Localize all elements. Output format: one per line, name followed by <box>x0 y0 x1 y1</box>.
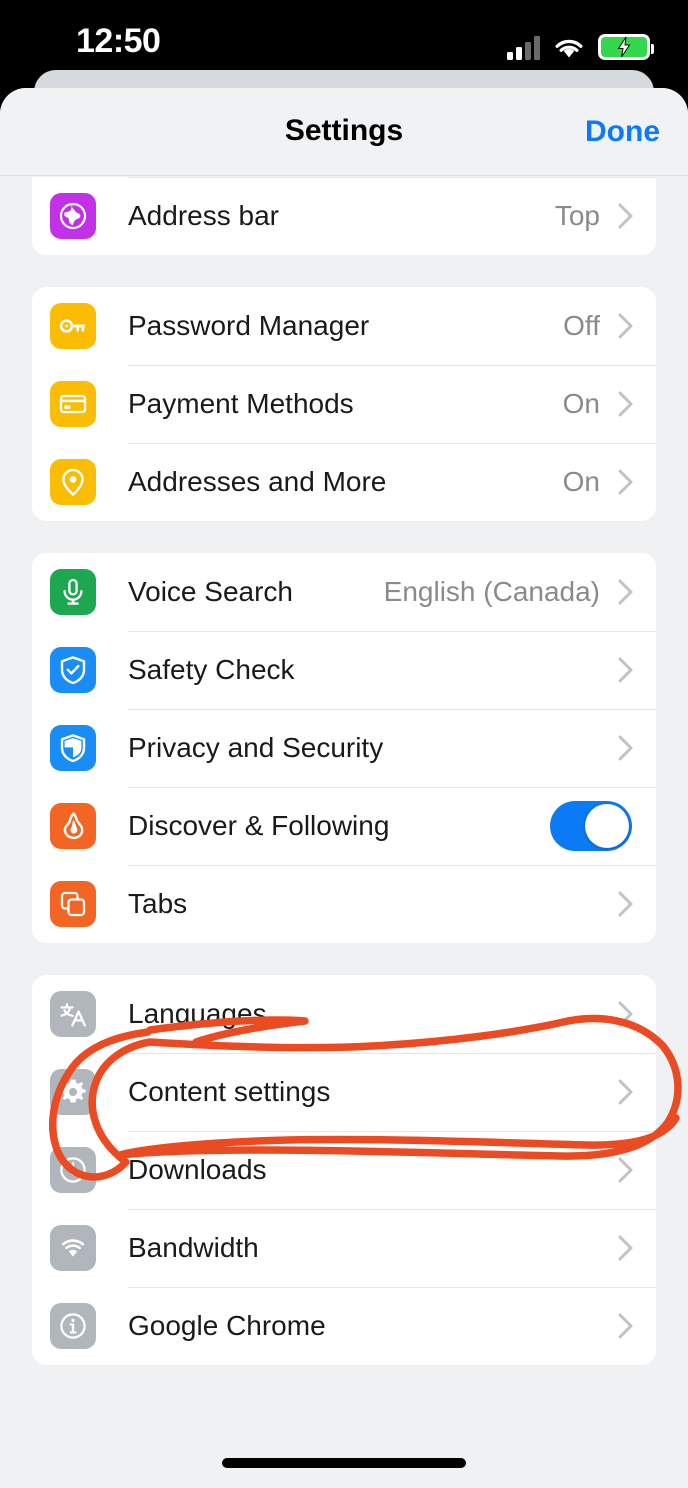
settings-row-value: On <box>562 388 600 419</box>
settings-row-value: Top <box>554 200 600 231</box>
settings-list[interactable]: Address bar Top Password Manager Off Payme… <box>0 177 688 1488</box>
gear-icon <box>50 1069 96 1115</box>
credit-card-icon <box>50 381 96 427</box>
settings-row-voice-search[interactable]: Voice Search English (Canada) <box>32 553 656 631</box>
chevron-right-icon <box>616 466 636 498</box>
wifi-icon <box>552 36 586 60</box>
status-bar-indicators <box>507 26 654 60</box>
status-bar-clock: 12:50 <box>76 22 161 60</box>
settings-row-tabs[interactable]: Tabs <box>32 865 656 943</box>
battery-charging-icon <box>598 34 654 60</box>
settings-row-password-manager[interactable]: Password Manager Off <box>32 287 656 365</box>
settings-row-payment-methods[interactable]: Payment Methods On <box>32 365 656 443</box>
settings-row-label: Voice Search <box>128 576 293 607</box>
settings-group: Address bar Top <box>32 177 656 255</box>
settings-row-label: Content settings <box>128 1076 331 1107</box>
phone-screen: 12:50 Settings Done Address bar Top Pass… <box>0 0 688 1488</box>
toggle-switch-discover-following[interactable] <box>550 801 632 851</box>
home-indicator <box>222 1458 466 1468</box>
done-button[interactable]: Done <box>585 115 660 149</box>
chevron-right-icon <box>616 888 636 920</box>
settings-row-bandwidth[interactable]: Bandwidth <box>32 1209 656 1287</box>
globe-icon <box>50 193 96 239</box>
settings-group: Password Manager Off Payment Methods On Ad… <box>32 287 656 521</box>
settings-group: Voice Search English (Canada) Safety Chec… <box>32 553 656 943</box>
cellular-bars-icon <box>507 36 540 60</box>
settings-row-value: English (Canada) <box>383 576 600 607</box>
settings-group: Languages Content settings Downloads Ban… <box>32 975 656 1365</box>
settings-row-label: Discover & Following <box>128 810 390 841</box>
settings-row-downloads[interactable]: Downloads <box>32 1131 656 1209</box>
settings-row-address-bar[interactable]: Address bar Top <box>32 177 656 255</box>
chevron-right-icon <box>616 654 636 686</box>
chevron-right-icon <box>616 1076 636 1108</box>
chevron-right-icon <box>616 1232 636 1264</box>
shield-icon <box>50 725 96 771</box>
download-circle-icon <box>50 1147 96 1193</box>
location-pin-icon <box>50 459 96 505</box>
settings-sheet: Settings Done Address bar Top Password Ma… <box>0 88 688 1488</box>
chevron-right-icon <box>616 1310 636 1342</box>
settings-row-discover-following[interactable]: Discover & Following <box>32 787 656 865</box>
chevron-right-icon <box>616 576 636 608</box>
toggle-knob <box>585 804 629 848</box>
settings-row-google-chrome[interactable]: Google Chrome <box>32 1287 656 1365</box>
chevron-right-icon <box>616 1154 636 1186</box>
tabs-icon <box>50 881 96 927</box>
settings-row-addresses-and-more[interactable]: Addresses and More On <box>32 443 656 521</box>
settings-row-label: Privacy and Security <box>128 732 384 763</box>
settings-row-content-settings[interactable]: Content settings <box>32 1053 656 1131</box>
chevron-right-icon <box>616 732 636 764</box>
microphone-icon <box>50 569 96 615</box>
settings-row-label: Addresses and More <box>128 466 387 497</box>
settings-row-label: Languages <box>128 998 267 1029</box>
settings-row-value: On <box>562 466 600 497</box>
chevron-right-icon <box>616 200 636 232</box>
settings-row-languages[interactable]: Languages <box>32 975 656 1053</box>
settings-row-value: Off <box>563 310 600 341</box>
key-icon <box>50 303 96 349</box>
settings-row-label: Google Chrome <box>128 1310 326 1341</box>
settings-row-privacy-and-security[interactable]: Privacy and Security <box>32 709 656 787</box>
settings-row-label: Downloads <box>128 1154 267 1185</box>
translate-icon <box>50 991 96 1037</box>
settings-row-label: Address bar <box>128 200 279 231</box>
settings-row-safety-check[interactable]: Safety Check <box>32 631 656 709</box>
chevron-right-icon <box>616 998 636 1030</box>
chevron-right-icon <box>616 388 636 420</box>
chevron-right-icon <box>616 310 636 342</box>
info-circle-icon <box>50 1303 96 1349</box>
wifi-icon <box>50 1225 96 1271</box>
settings-row-label: Safety Check <box>128 654 295 685</box>
flame-icon <box>50 803 96 849</box>
navigation-bar: Settings Done <box>0 88 688 176</box>
settings-row-label: Password Manager <box>128 310 370 341</box>
settings-row-label: Payment Methods <box>128 388 354 419</box>
shield-check-icon <box>50 647 96 693</box>
settings-row-label: Tabs <box>128 888 188 919</box>
settings-row-label: Bandwidth <box>128 1232 259 1263</box>
